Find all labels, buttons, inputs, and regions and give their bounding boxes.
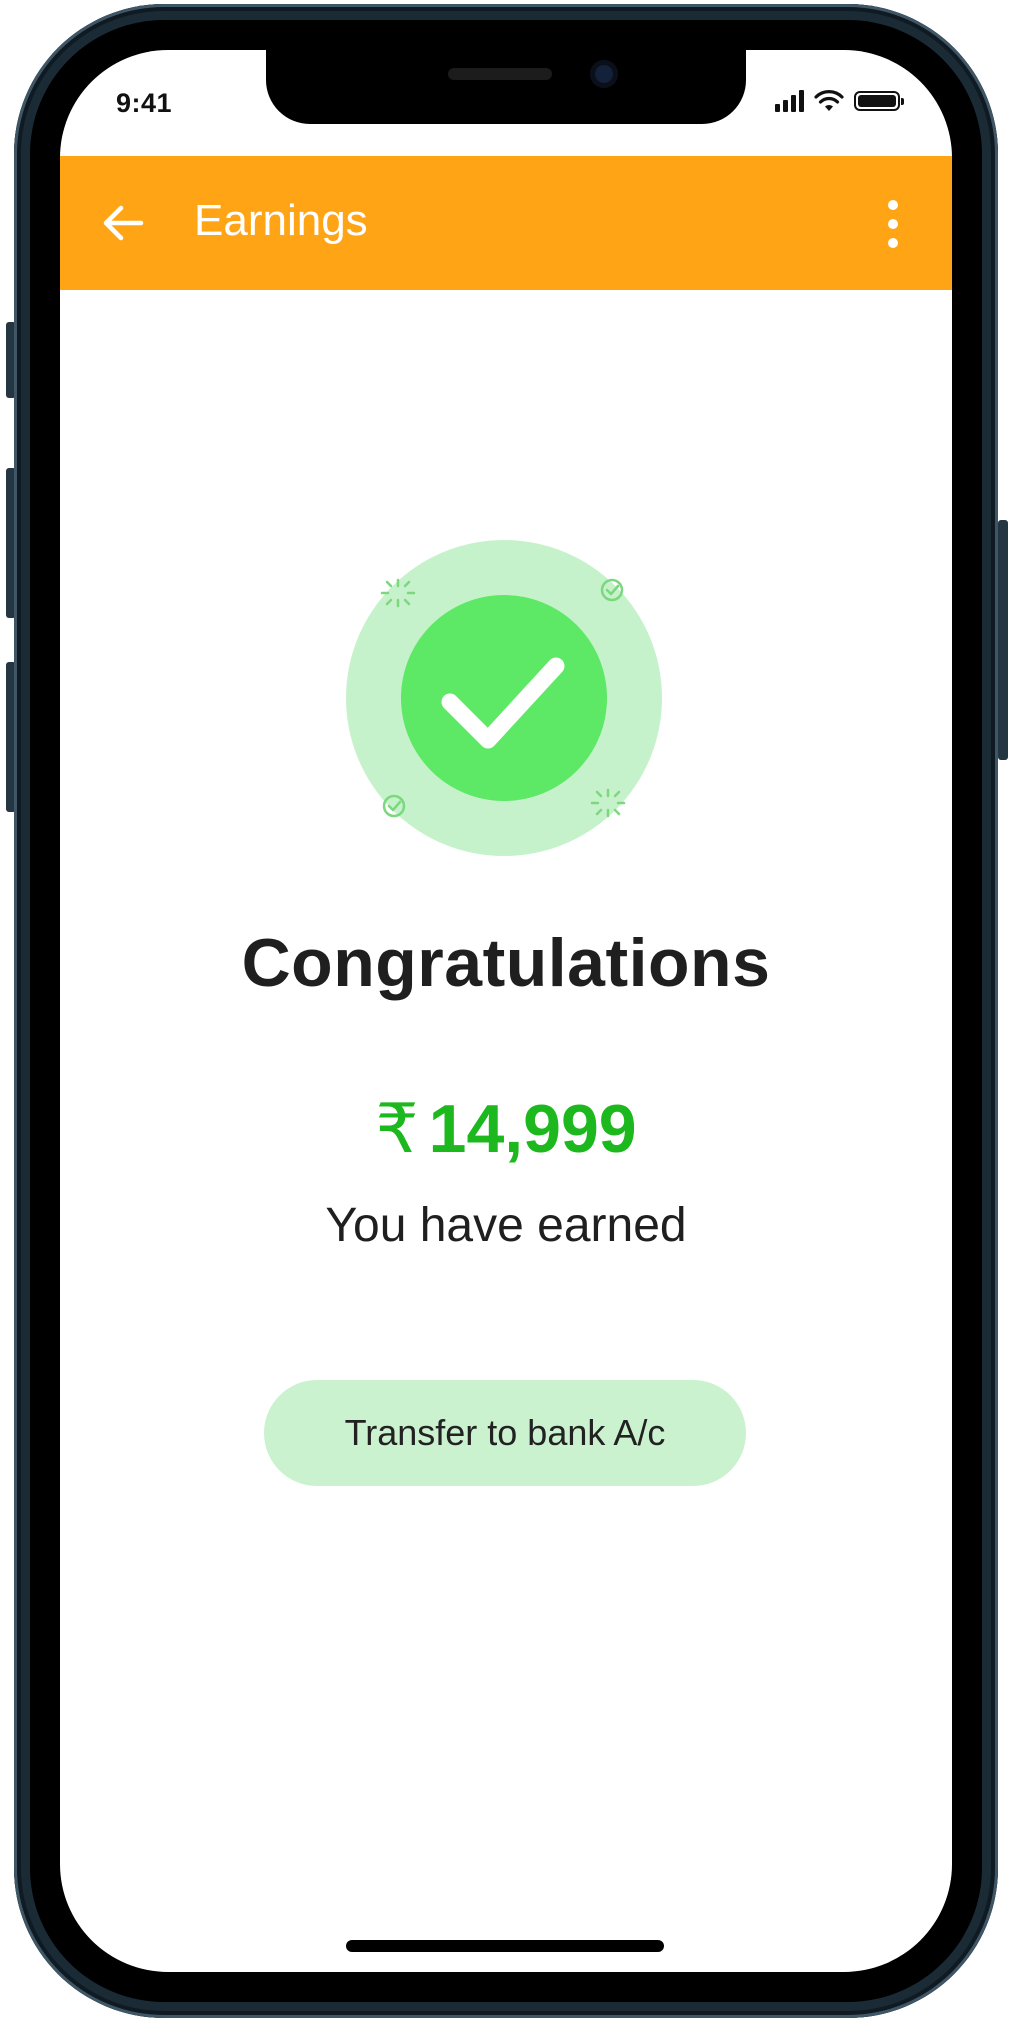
battery-icon bbox=[854, 91, 904, 111]
front-camera bbox=[590, 60, 618, 88]
status-time: 9:41 bbox=[116, 88, 173, 118]
app-bar: Earnings bbox=[60, 156, 952, 290]
arrow-left-icon bbox=[103, 205, 144, 241]
overflow-menu-button[interactable] bbox=[878, 194, 908, 254]
more-vertical-icon bbox=[888, 200, 898, 210]
phone-screen: 9:41 Earnings Congratulations ₹ 14,999 Y… bbox=[60, 50, 952, 1972]
currency-symbol: ₹ bbox=[375, 1091, 419, 1167]
earned-caption: You have earned bbox=[325, 1199, 687, 1252]
congratulations-heading: Congratulations bbox=[241, 925, 771, 1001]
wifi-icon bbox=[814, 90, 844, 111]
back-button[interactable] bbox=[98, 198, 148, 248]
page-title: Earnings bbox=[194, 196, 368, 245]
transfer-to-bank-button[interactable]: Transfer to bank A/c bbox=[264, 1380, 746, 1486]
status-icons bbox=[775, 90, 904, 112]
device-mockup: 9:41 Earnings Congratulations ₹ 14,999 Y… bbox=[0, 0, 1010, 2024]
notch bbox=[266, 50, 746, 124]
cellular-signal-icon bbox=[775, 90, 804, 112]
power-button bbox=[998, 520, 1008, 760]
earned-amount: ₹14,999 bbox=[60, 1090, 952, 1169]
check-circle-icon bbox=[346, 540, 662, 856]
speaker-grille bbox=[448, 68, 552, 80]
amount-value: 14,999 bbox=[428, 1091, 637, 1167]
home-indicator[interactable] bbox=[346, 1940, 664, 1952]
